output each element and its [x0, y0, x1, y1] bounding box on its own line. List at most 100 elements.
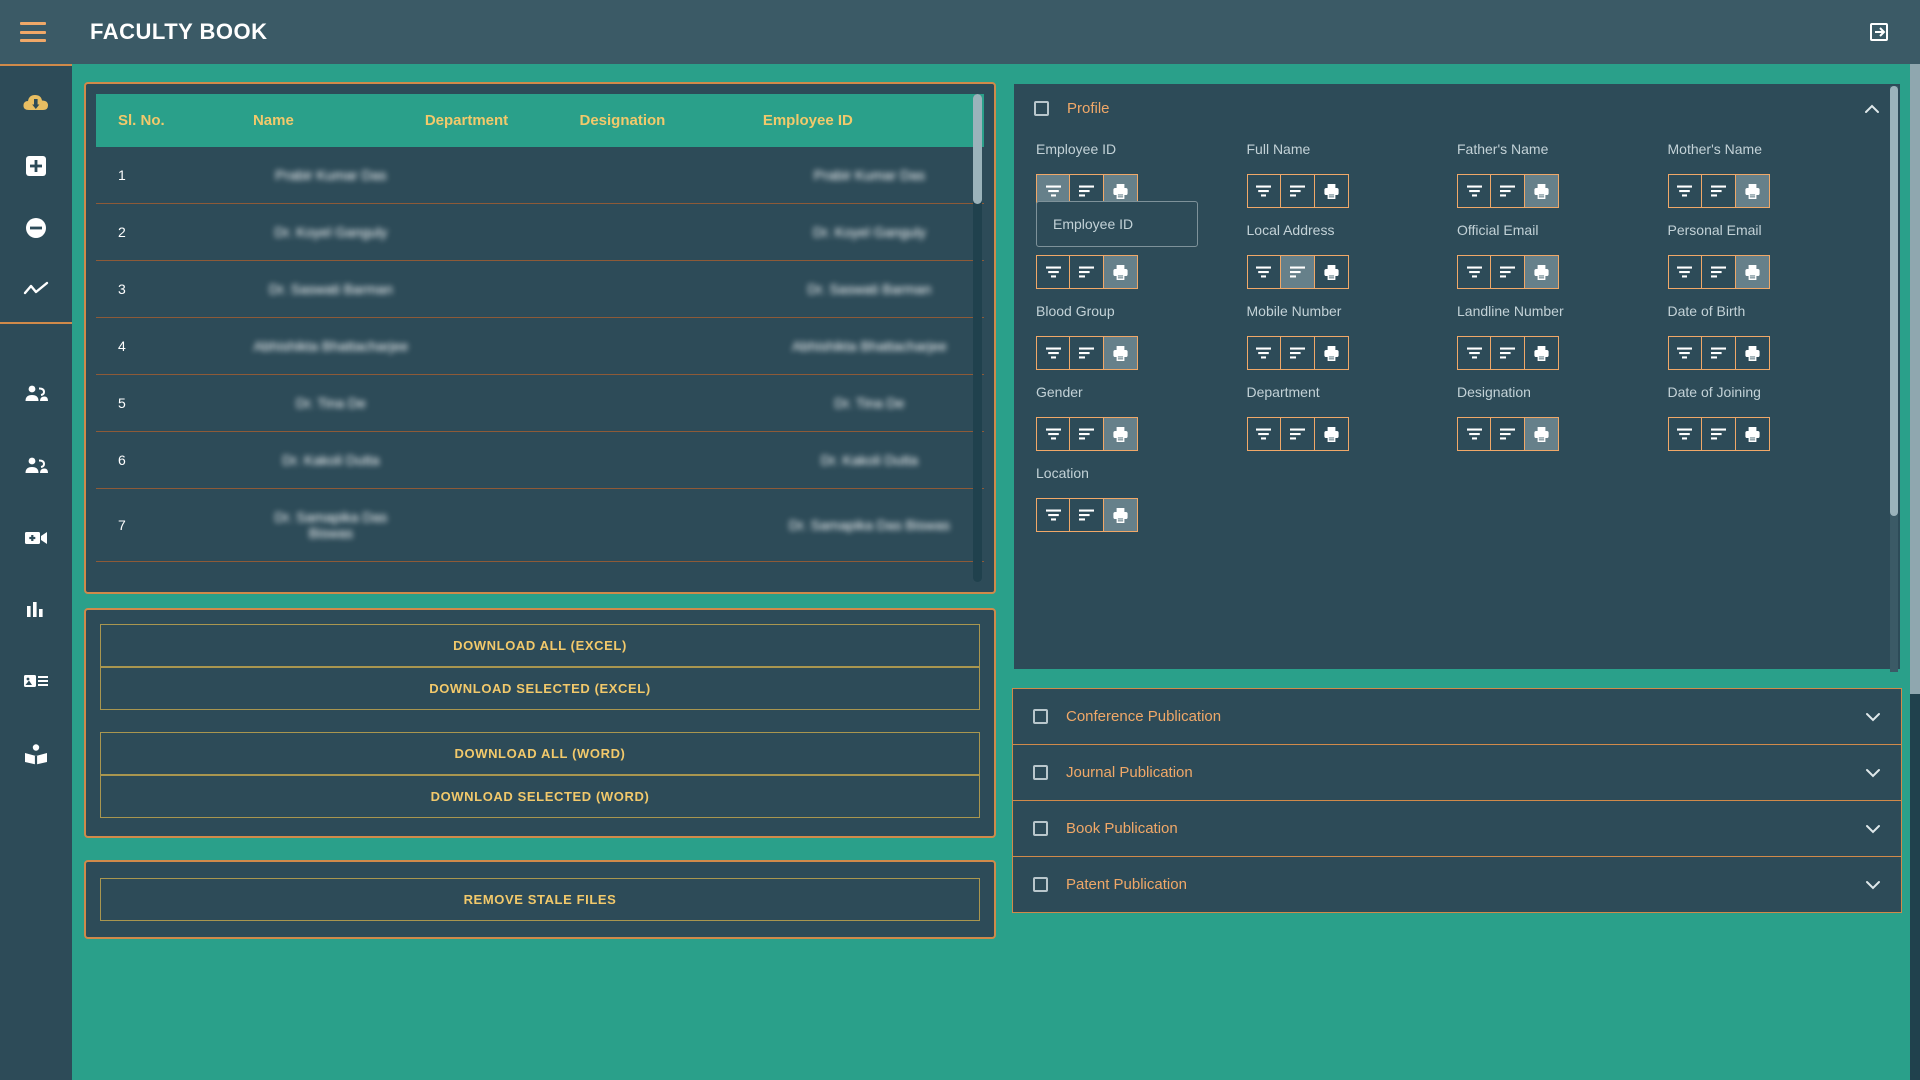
accordion-checkbox[interactable]: [1033, 765, 1048, 780]
chevron-down-icon[interactable]: [1865, 824, 1881, 834]
sort-align-icon-button[interactable]: [1280, 417, 1315, 451]
accordion-checkbox[interactable]: [1033, 709, 1048, 724]
print-icon-button[interactable]: [1104, 498, 1138, 532]
sidebar-item-people[interactable]: [12, 370, 60, 418]
filter-icon-button[interactable]: [1036, 417, 1070, 451]
sidebar-item-add[interactable]: [12, 142, 60, 190]
filter-icon-button[interactable]: [1667, 174, 1702, 208]
accordion-header[interactable]: Book Publication: [1013, 801, 1901, 856]
print-icon-button[interactable]: [1314, 417, 1349, 451]
sidebar-item-id-card[interactable]: [12, 658, 60, 706]
sort-align-icon-button[interactable]: [1280, 336, 1315, 370]
sort-align-icon-button[interactable]: [1070, 417, 1104, 451]
remove-stale-files-button[interactable]: REMOVE STALE FILES: [100, 878, 980, 921]
print-icon-button[interactable]: [1525, 336, 1559, 370]
sort-align-icon-button[interactable]: [1701, 255, 1736, 289]
sidebar-item-cloud-download[interactable]: [12, 80, 60, 128]
filter-icon-button[interactable]: [1246, 417, 1281, 451]
column-header-employee-id[interactable]: Employee ID: [755, 94, 984, 147]
profile-scrollbar[interactable]: [1890, 86, 1898, 672]
sort-align-icon-button[interactable]: [1491, 174, 1525, 208]
print-icon-button[interactable]: [1104, 255, 1138, 289]
column-header-sl-no[interactable]: Sl. No.: [96, 94, 245, 147]
sort-align-icon-button[interactable]: [1070, 336, 1104, 370]
accordion-header[interactable]: Journal Publication: [1013, 745, 1901, 800]
print-icon-button[interactable]: [1735, 336, 1770, 370]
profile-scrollbar-thumb[interactable]: [1890, 86, 1898, 516]
filter-icon-button[interactable]: [1667, 336, 1702, 370]
sidebar-item-video[interactable]: [12, 514, 60, 562]
table-row[interactable]: 5 Dr. Tina De Dr. Tina De: [96, 375, 984, 432]
print-icon-button[interactable]: [1525, 174, 1559, 208]
table-row[interactable]: 3 Dr. Saswati Barman Dr. Saswati Barman: [96, 261, 984, 318]
download-selected-excel-button[interactable]: DOWNLOAD SELECTED (EXCEL): [100, 667, 980, 710]
chevron-up-icon[interactable]: [1864, 104, 1880, 114]
accordion-checkbox[interactable]: [1033, 877, 1048, 892]
sort-align-icon-button[interactable]: [1491, 255, 1525, 289]
table-scrollbar[interactable]: [973, 94, 982, 582]
sort-align-icon-button[interactable]: [1070, 498, 1104, 532]
print-icon-button[interactable]: [1314, 336, 1349, 370]
filter-icon-button[interactable]: [1457, 336, 1491, 370]
sidebar-item-statistics[interactable]: [12, 586, 60, 634]
print-icon-button[interactable]: [1104, 417, 1138, 451]
sidebar-item-analytics[interactable]: [12, 266, 60, 314]
chevron-down-icon[interactable]: [1865, 880, 1881, 890]
sidebar-item-remove[interactable]: [12, 204, 60, 252]
filter-icon-button[interactable]: [1246, 336, 1281, 370]
filter-icon-button[interactable]: [1036, 255, 1070, 289]
filter-icon-button[interactable]: [1457, 417, 1491, 451]
faculty-table-scroll-area[interactable]: Sl. No. Name Department Designation Empl…: [96, 94, 984, 582]
filter-icon-button[interactable]: [1246, 255, 1281, 289]
table-row[interactable]: 4 Abhishikta Bhattacharjee Abhishikta Bhat…: [96, 318, 984, 375]
download-all-word-button[interactable]: DOWNLOAD ALL (WORD): [100, 732, 980, 775]
print-icon-button[interactable]: [1525, 417, 1559, 451]
sidebar-item-people-alt[interactable]: [12, 442, 60, 490]
sort-align-icon-button[interactable]: [1701, 174, 1736, 208]
publication-accordion-row: Journal Publication: [1012, 744, 1902, 800]
filter-icon-button[interactable]: [1036, 498, 1070, 532]
table-row[interactable]: 2 Dr. Koyel Ganguly Dr. Koyel Ganguly: [96, 204, 984, 261]
filter-icon-button[interactable]: [1457, 255, 1491, 289]
accordion-header[interactable]: Patent Publication: [1013, 857, 1901, 912]
hamburger-icon[interactable]: [20, 22, 46, 42]
filter-icon-button[interactable]: [1246, 174, 1281, 208]
print-icon-button[interactable]: [1525, 255, 1559, 289]
filter-icon-button[interactable]: [1036, 336, 1070, 370]
print-icon-button[interactable]: [1735, 417, 1770, 451]
sort-align-icon-button[interactable]: [1701, 336, 1736, 370]
sidebar-item-students[interactable]: [12, 730, 60, 778]
print-icon-button[interactable]: [1735, 255, 1770, 289]
column-header-designation[interactable]: Designation: [571, 94, 754, 147]
profile-accordion-header[interactable]: Profile: [1014, 84, 1900, 133]
table-scrollbar-thumb[interactable]: [973, 94, 982, 204]
sort-align-icon-button[interactable]: [1070, 255, 1104, 289]
sort-align-icon-button[interactable]: [1491, 417, 1525, 451]
chevron-down-icon[interactable]: [1865, 712, 1881, 722]
table-row[interactable]: 7 Dr. Samapika Das Biswas Dr. Samapika Das…: [96, 489, 984, 562]
download-all-excel-button[interactable]: DOWNLOAD ALL (EXCEL): [100, 624, 980, 667]
column-header-name[interactable]: Name: [245, 94, 417, 147]
download-selected-word-button[interactable]: DOWNLOAD SELECTED (WORD): [100, 775, 980, 818]
profile-checkbox[interactable]: [1034, 101, 1049, 116]
page-scrollbar[interactable]: [1910, 64, 1920, 1080]
logout-icon[interactable]: [1866, 19, 1892, 45]
chevron-down-icon[interactable]: [1865, 768, 1881, 778]
accordion-header[interactable]: Conference Publication: [1013, 689, 1901, 744]
accordion-checkbox[interactable]: [1033, 821, 1048, 836]
sort-align-icon-button[interactable]: [1491, 336, 1525, 370]
filter-icon-button[interactable]: [1667, 255, 1702, 289]
column-header-department[interactable]: Department: [417, 94, 572, 147]
print-icon-button[interactable]: [1104, 336, 1138, 370]
print-icon-button[interactable]: [1735, 174, 1770, 208]
sort-align-icon-button[interactable]: [1701, 417, 1736, 451]
sort-align-icon-button[interactable]: [1280, 174, 1315, 208]
page-scrollbar-thumb[interactable]: [1910, 64, 1920, 694]
table-row[interactable]: 6 Dr. Kakoli Dutta Dr. Kakoli Dutta: [96, 432, 984, 489]
print-icon-button[interactable]: [1314, 174, 1349, 208]
filter-icon-button[interactable]: [1457, 174, 1491, 208]
table-row[interactable]: 1 Prabir Kumar Das Prabir Kumar Das: [96, 147, 984, 204]
print-icon-button[interactable]: [1314, 255, 1349, 289]
filter-icon-button[interactable]: [1667, 417, 1702, 451]
sort-align-icon-button[interactable]: [1280, 255, 1315, 289]
